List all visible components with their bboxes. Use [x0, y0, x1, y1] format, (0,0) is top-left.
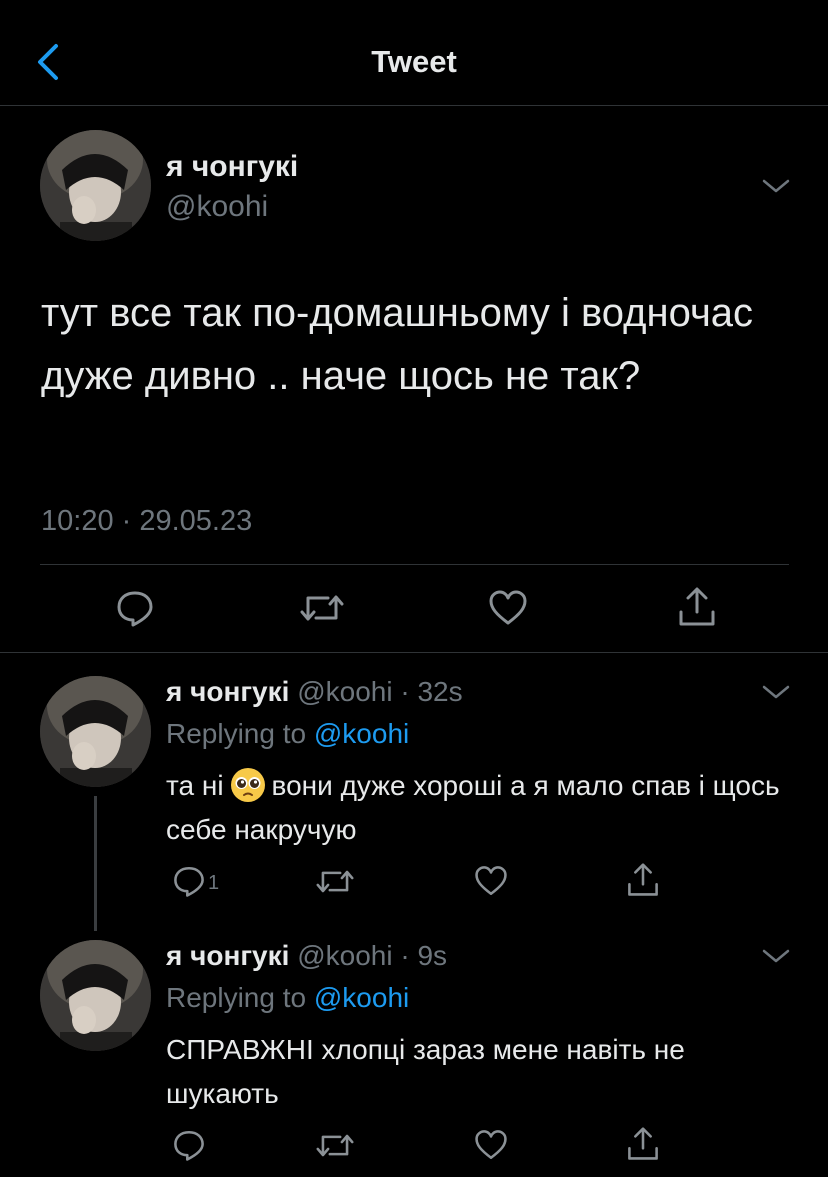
chevron-down-icon [762, 179, 790, 193]
comment-icon [174, 1130, 204, 1161]
share-icon [679, 587, 715, 626]
mention-link[interactable]: @koohi [314, 982, 409, 1013]
share-icon [628, 863, 658, 896]
more-options-button[interactable] [761, 946, 791, 966]
chevron-down-icon [762, 685, 790, 699]
author-handle[interactable]: @koohi [297, 940, 392, 971]
comment-icon [117, 591, 153, 627]
tweet-timestamp[interactable]: 10:20 · 29.05.23 [41, 505, 252, 538]
author-handle[interactable]: @koohi [297, 676, 392, 707]
author-name[interactable]: я чонгукі [166, 676, 289, 707]
reply-time: · 9s [400, 940, 448, 971]
reply-count: 1 [208, 872, 220, 894]
share-icon [628, 1127, 658, 1160]
replying-prefix: Replying to [166, 982, 307, 1013]
retweet-icon [316, 870, 354, 893]
retweet-button[interactable] [300, 590, 344, 626]
share-button[interactable] [626, 862, 660, 898]
author-name[interactable]: я чонгукі [166, 150, 298, 184]
reply-text: та ні вони дуже хороші а я мало спав і щ… [166, 764, 796, 852]
heart-icon [489, 590, 527, 625]
heart-icon [475, 866, 507, 896]
thread-line [94, 796, 97, 931]
retweet-button[interactable] [316, 1130, 354, 1161]
heart-icon [475, 1130, 507, 1160]
comment-icon [174, 866, 204, 897]
tweet-page: Tweet я чонгукі @koohi тут все так по-до… [0, 0, 828, 1177]
more-options-button[interactable] [761, 176, 791, 196]
author-name[interactable]: я чонгукі [166, 940, 289, 971]
share-button[interactable] [626, 1126, 660, 1162]
pleading-face-emoji-icon [230, 768, 265, 802]
reply-header: я чонгукі @koohi · 9s [166, 940, 447, 972]
like-button[interactable] [474, 1128, 508, 1162]
chevron-down-icon [762, 949, 790, 963]
avatar[interactable] [40, 940, 151, 1051]
tweet-text: тут все так по-домашньому і водночас дуж… [41, 291, 754, 398]
reply-time: · 32s [400, 676, 463, 707]
author-handle[interactable]: @koohi [166, 190, 268, 224]
reply-text-start: та ні [166, 770, 224, 801]
like-button[interactable] [474, 864, 508, 898]
retweet-icon [316, 1134, 354, 1157]
reply-button[interactable] [115, 588, 155, 628]
reply-button[interactable] [172, 864, 206, 898]
mention-link[interactable]: @koohi [314, 718, 409, 749]
replying-to: Replying to @koohi [166, 982, 409, 1014]
share-button[interactable] [677, 586, 717, 628]
avatar[interactable] [40, 676, 151, 787]
retweet-icon [300, 595, 344, 621]
page-title: Tweet [371, 44, 457, 79]
replying-prefix: Replying to [166, 718, 307, 749]
reply-text: СПРАВЖНІ хлопці зараз мене навіть не шук… [166, 1034, 685, 1109]
reply-header: я чонгукі @koohi · 32s [166, 676, 463, 708]
more-options-button[interactable] [761, 682, 791, 702]
avatar[interactable] [40, 130, 151, 241]
retweet-button[interactable] [316, 866, 354, 897]
divider [40, 564, 789, 565]
like-button[interactable] [488, 588, 528, 628]
reply-button[interactable] [172, 1128, 206, 1162]
top-bar: Tweet [0, 0, 828, 106]
replying-to: Replying to @koohi [166, 718, 409, 750]
divider [0, 652, 828, 653]
